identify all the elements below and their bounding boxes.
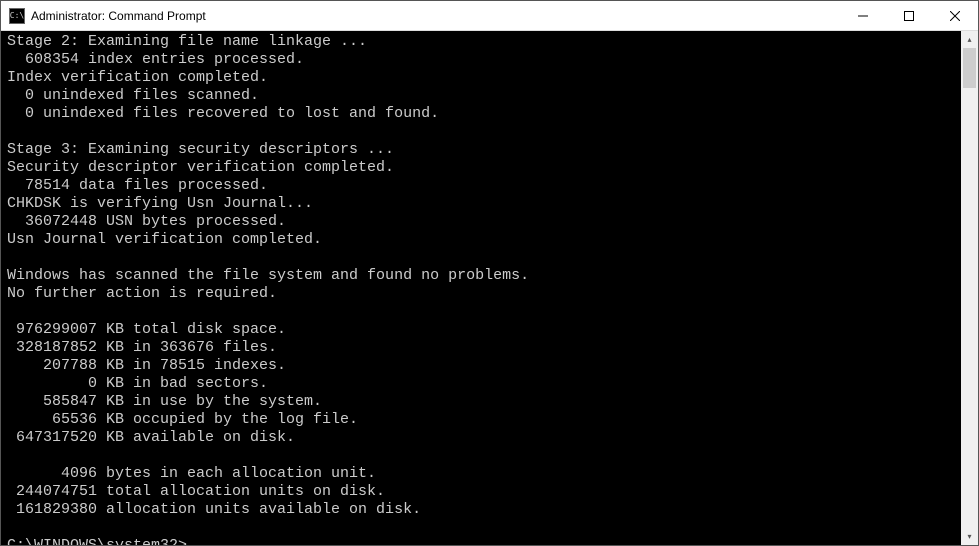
terminal-line: 244074751 total allocation units on disk… (7, 483, 961, 501)
maximize-button[interactable] (886, 1, 932, 30)
terminal-line (7, 249, 961, 267)
terminal-line: 647317520 KB available on disk. (7, 429, 961, 447)
terminal-line: Stage 2: Examining file name linkage ... (7, 33, 961, 51)
terminal-line: 0 KB in bad sectors. (7, 375, 961, 393)
minimize-icon (858, 11, 868, 21)
window-controls (840, 1, 978, 30)
terminal-line: No further action is required. (7, 285, 961, 303)
terminal-line (7, 303, 961, 321)
terminal-line: 608354 index entries processed. (7, 51, 961, 69)
terminal-line: 65536 KB occupied by the log file. (7, 411, 961, 429)
terminal-line: Index verification completed. (7, 69, 961, 87)
maximize-icon (904, 11, 914, 21)
prompt-line[interactable]: C:\WINDOWS\system32> (7, 537, 961, 545)
close-icon (950, 11, 960, 21)
minimize-button[interactable] (840, 1, 886, 30)
terminal-line (7, 519, 961, 537)
cursor (187, 539, 195, 545)
command-prompt-window: C:\ Administrator: Command Prompt Stage … (0, 0, 979, 546)
scroll-up-button[interactable]: ▴ (961, 31, 978, 48)
terminal-line: 0 unindexed files scanned. (7, 87, 961, 105)
terminal-output[interactable]: Stage 2: Examining file name linkage ...… (1, 31, 961, 545)
terminal-line: 585847 KB in use by the system. (7, 393, 961, 411)
terminal-line: CHKDSK is verifying Usn Journal... (7, 195, 961, 213)
scrollbar-vertical[interactable]: ▴ ▾ (961, 31, 978, 545)
scroll-track[interactable] (961, 48, 978, 528)
terminal-line: Usn Journal verification completed. (7, 231, 961, 249)
terminal-line: Windows has scanned the file system and … (7, 267, 961, 285)
terminal-line: 207788 KB in 78515 indexes. (7, 357, 961, 375)
terminal-line: 161829380 allocation units available on … (7, 501, 961, 519)
prompt-text: C:\WINDOWS\system32> (7, 537, 187, 545)
scroll-down-button[interactable]: ▾ (961, 528, 978, 545)
cmd-icon: C:\ (9, 8, 25, 24)
terminal-line: Stage 3: Examining security descriptors … (7, 141, 961, 159)
scroll-thumb[interactable] (963, 48, 976, 88)
terminal-line (7, 123, 961, 141)
terminal-line (7, 447, 961, 465)
terminal-line: Security descriptor verification complet… (7, 159, 961, 177)
close-button[interactable] (932, 1, 978, 30)
terminal-line: 36072448 USN bytes processed. (7, 213, 961, 231)
terminal-line: 0 unindexed files recovered to lost and … (7, 105, 961, 123)
terminal-line: 976299007 KB total disk space. (7, 321, 961, 339)
terminal-line: 4096 bytes in each allocation unit. (7, 465, 961, 483)
terminal-line: 328187852 KB in 363676 files. (7, 339, 961, 357)
title-bar: C:\ Administrator: Command Prompt (1, 1, 978, 31)
window-title: Administrator: Command Prompt (31, 9, 840, 23)
terminal-line: 78514 data files processed. (7, 177, 961, 195)
terminal-area: Stage 2: Examining file name linkage ...… (1, 31, 978, 545)
